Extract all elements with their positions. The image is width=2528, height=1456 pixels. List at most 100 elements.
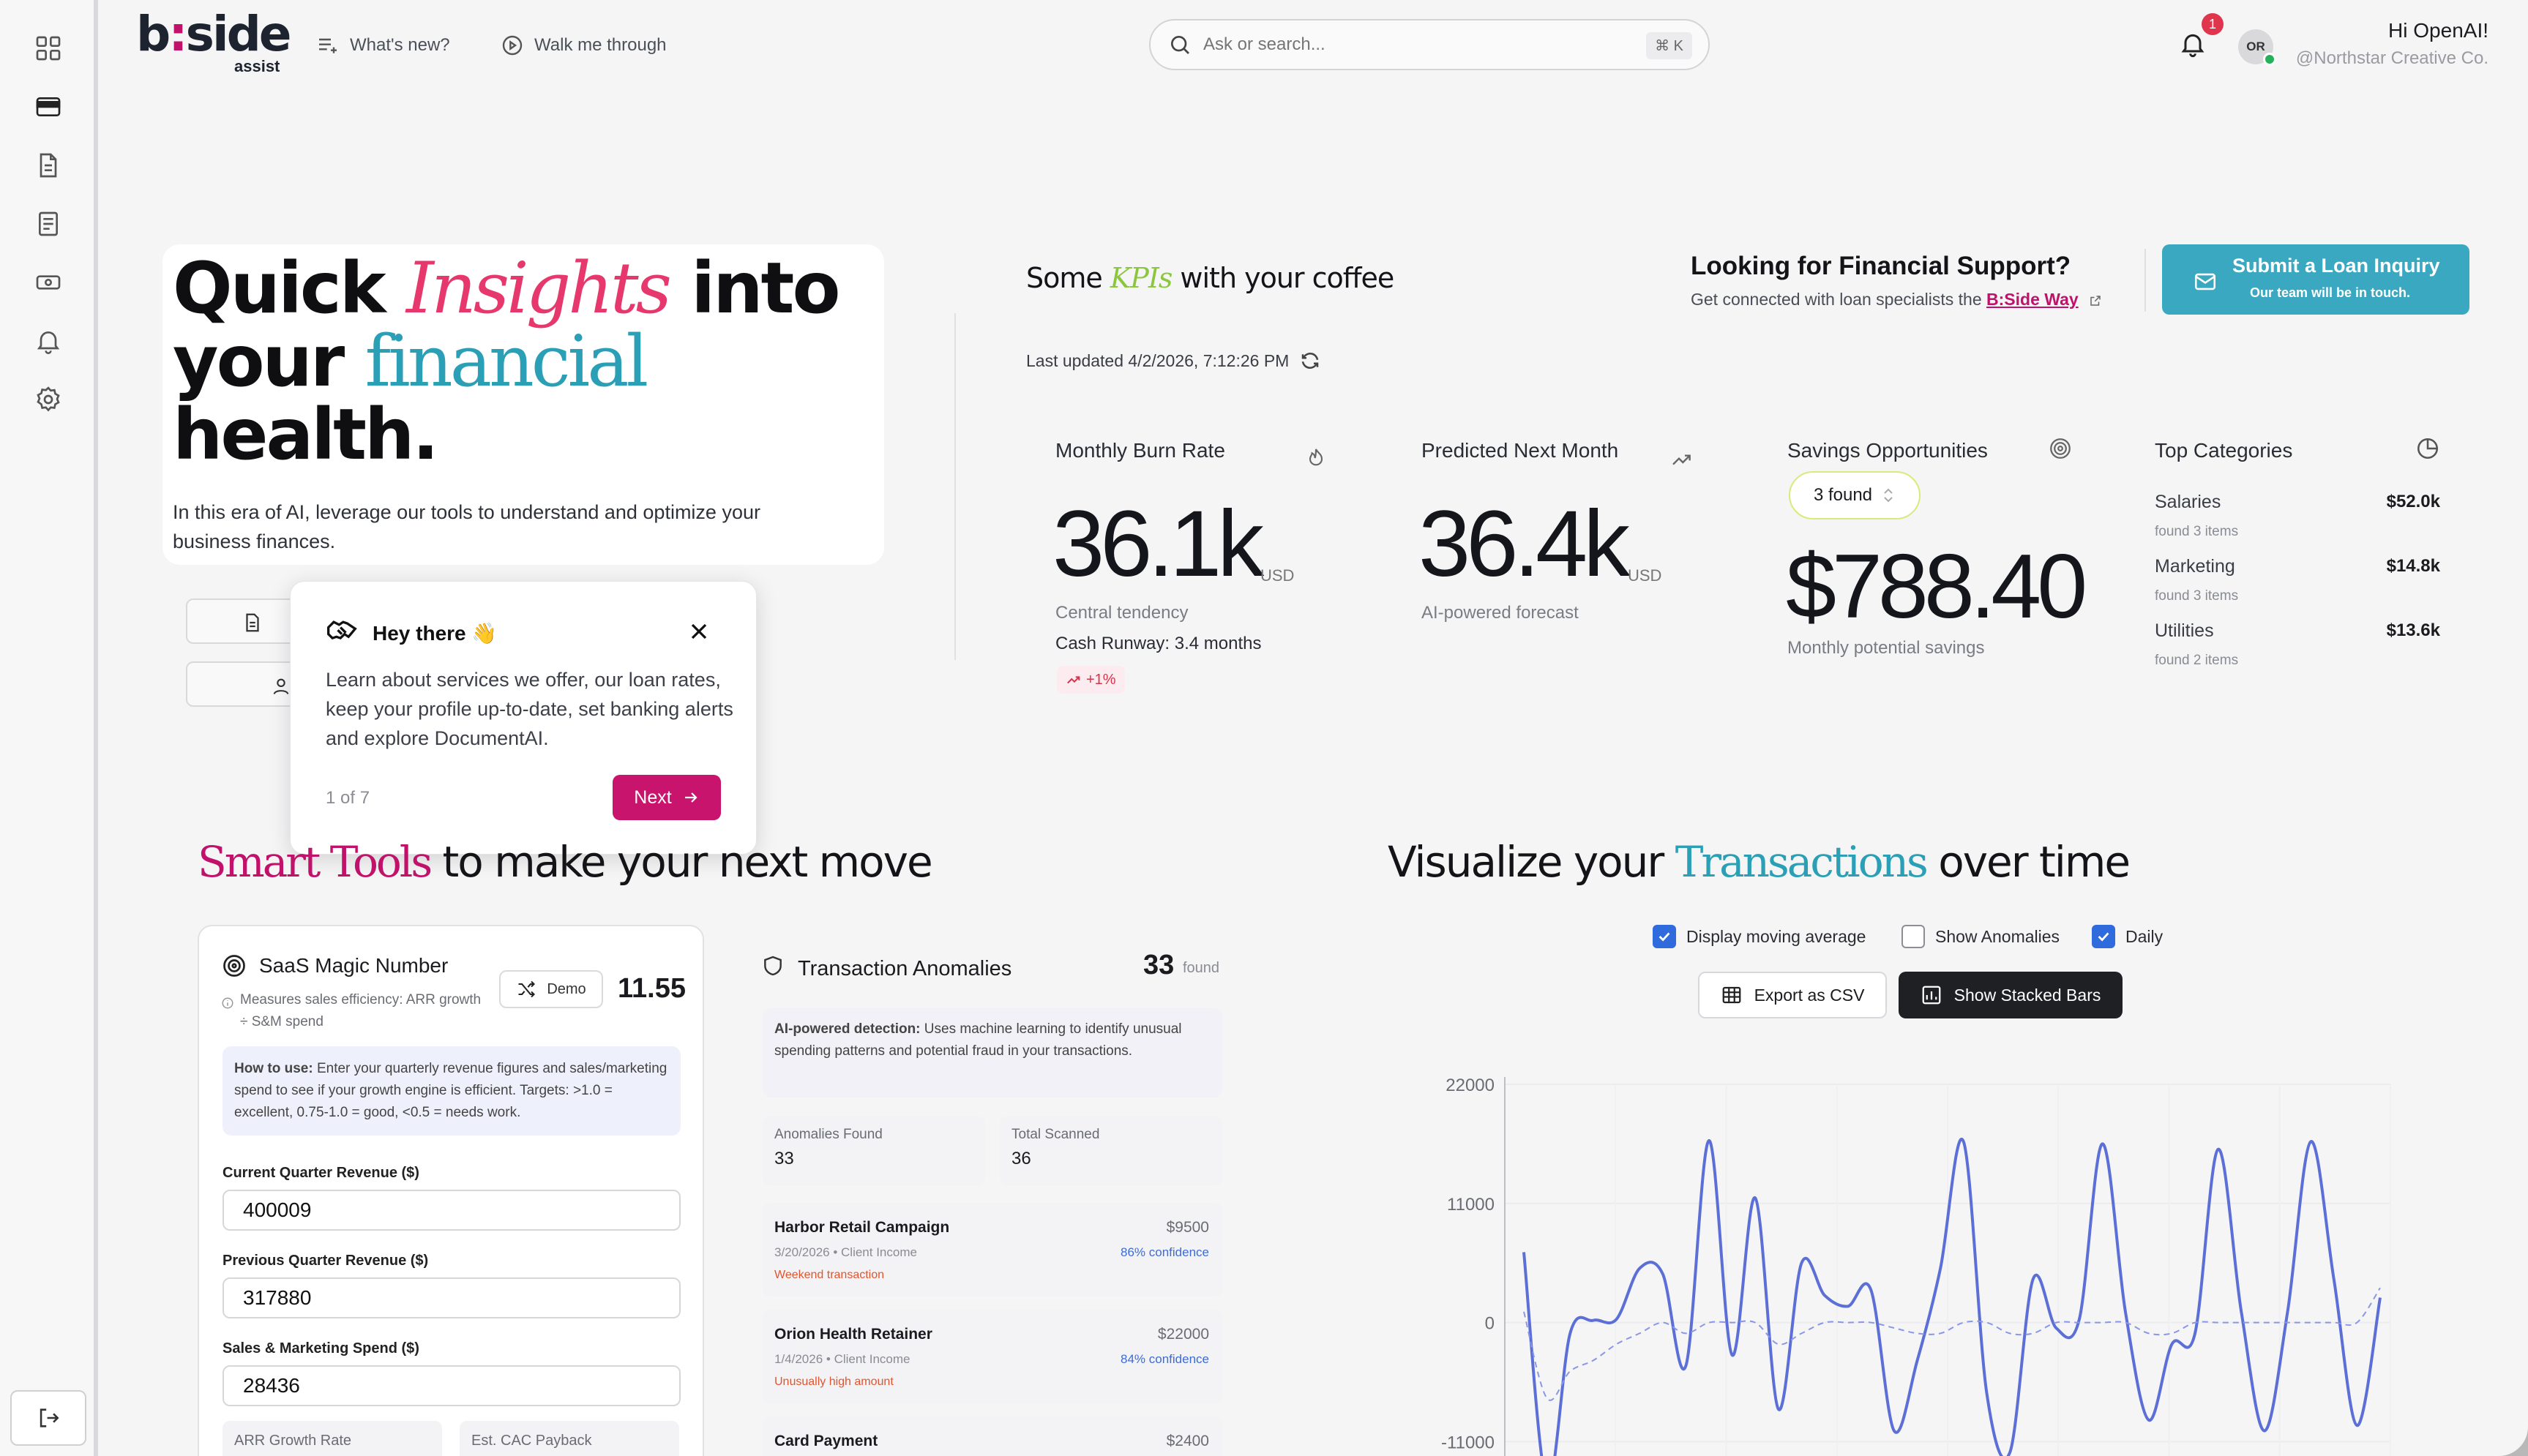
predicted-title: Predicted Next Month <box>1421 439 1619 462</box>
y-tick-label: 0 <box>1485 1314 1495 1334</box>
document-icon <box>246 613 259 632</box>
previous-revenue-input[interactable] <box>222 1277 681 1318</box>
last-updated: Last updated 4/2/2026, 7:12:26 PM <box>1026 350 1321 372</box>
brand-logo[interactable]: b:side assist <box>136 6 292 76</box>
moving-average-checkbox[interactable]: Display moving average <box>1653 925 1866 948</box>
bell-icon[interactable] <box>32 325 64 357</box>
document-icon[interactable] <box>32 149 64 181</box>
loan-support-title: Looking for Financial Support? <box>1691 252 2071 280</box>
dashboard-icon[interactable] <box>32 32 64 64</box>
checkbox-unchecked[interactable] <box>1901 925 1925 948</box>
category-name: Utilities <box>2155 620 2214 641</box>
logo-accent: : <box>168 6 187 62</box>
bside-way-link[interactable]: B:Side Way <box>1986 290 2079 309</box>
anomaly-reason: Weekend transaction <box>774 1269 885 1281</box>
daily-checkbox[interactable]: Daily <box>2092 925 2163 948</box>
hero-text: your <box>173 320 365 402</box>
anomaly-row[interactable]: Harbor Retail Campaign $9500 3/20/2026 •… <box>763 1203 1222 1296</box>
check-icon <box>2098 932 2109 942</box>
smart-title-text: to make your next move <box>430 837 933 887</box>
arr-growth-metric: ARR Growth Rate <box>222 1421 442 1456</box>
whats-new-button[interactable]: What's new? <box>316 29 450 61</box>
savings-value: $788.40 <box>1786 536 2087 637</box>
stat-label: Total Scanned <box>1011 1127 1100 1142</box>
search-shortcut: ⌘ K <box>1646 32 1692 59</box>
search-bar[interactable]: ⌘ K <box>1149 19 1710 70</box>
logout-button[interactable] <box>10 1390 86 1446</box>
saas-title: SaaS Magic Number <box>259 954 449 977</box>
export-label: Export as CSV <box>1754 985 1865 1005</box>
stacked-bars-button[interactable]: Show Stacked Bars <box>1899 972 2123 1018</box>
y-tick-label: 22000 <box>1446 1076 1495 1095</box>
anomaly-row[interactable]: Card Payment $2400 <box>763 1416 1222 1456</box>
user-icon <box>273 678 289 695</box>
anomaly-reason: Unusually high amount <box>774 1376 894 1388</box>
shuffle-icon <box>518 980 536 998</box>
report-icon[interactable] <box>32 208 64 240</box>
current-revenue-input[interactable] <box>222 1190 681 1231</box>
stacked-label: Show Stacked Bars <box>1953 985 2101 1005</box>
anomaly-meta: 1/4/2026 • Client Income <box>774 1352 910 1366</box>
walk-me-label: Walk me through <box>534 35 667 55</box>
anomaly-amount: $9500 <box>1166 1219 1209 1236</box>
delta-text: +1% <box>1086 671 1116 688</box>
category-name: Marketing <box>2155 556 2235 577</box>
export-csv-button[interactable]: Export as CSV <box>1698 972 1887 1018</box>
burn-rate-delta-badge: +1% <box>1057 666 1125 694</box>
checkbox-label: Display moving average <box>1686 926 1866 946</box>
anomalies-title: Transaction Anomalies <box>798 957 1012 980</box>
walk-me-through-button[interactable]: Walk me through <box>501 29 667 61</box>
stat-label: Anomalies Found <box>774 1127 883 1142</box>
saas-description: Measures sales efficiency: ARR growth ÷ … <box>240 992 482 1029</box>
hero-text: Quick <box>173 247 407 329</box>
anomaly-row[interactable]: Orion Health Retainer $22000 1/4/2026 • … <box>763 1310 1222 1403</box>
show-anomalies-checkbox[interactable]: Show Anomalies <box>1901 925 2060 948</box>
savings-found-selector[interactable]: 3 found <box>1789 471 1921 519</box>
refresh-icon[interactable] <box>1299 350 1321 372</box>
logo-wordmark: b:side <box>136 6 292 62</box>
magic-number-value: 11.55 <box>618 973 686 1004</box>
app-page: b:side assist What's new? Walk me throug… <box>0 0 2528 1456</box>
settings-icon[interactable] <box>32 383 64 416</box>
search-input[interactable] <box>1203 34 1613 55</box>
last-updated-text: Last updated 4/2/2026, 7:12:26 PM <box>1026 350 1290 370</box>
burn-rate-title: Monthly Burn Rate <box>1055 439 1225 462</box>
handshake-icon <box>327 620 357 640</box>
loan-support-subtitle: Get connected with loan specialists the … <box>1691 290 2102 309</box>
transactions-line-chart: 22000 11000 0 -11000 <box>1441 1076 2391 1456</box>
anomalies-count: 33 <box>1143 950 1175 980</box>
y-tick-label: -11000 <box>1441 1433 1495 1452</box>
user-greeting: Hi OpenAI! @Northstar Creative Co. <box>2296 19 2488 69</box>
hero-text: into <box>668 247 840 329</box>
anomalies-found-label: found <box>1183 960 1220 976</box>
submit-loan-inquiry-button[interactable]: Submit a Loan Inquiry Our team will be i… <box>2162 244 2469 315</box>
trend-up-icon <box>1067 676 1080 684</box>
hero-card: Quick Insights into your financial healt… <box>162 244 884 565</box>
anomaly-confidence: 84% confidence <box>1121 1352 1209 1366</box>
play-circle-icon <box>502 35 523 56</box>
organization-name: @Northstar Creative Co. <box>2295 48 2488 68</box>
kpi-title-accent: KPIs <box>1110 262 1173 294</box>
tour-next-button[interactable]: Next <box>613 775 721 820</box>
pie-chart-icon <box>2417 438 2439 459</box>
savings-title: Savings Opportunities <box>1787 439 1988 462</box>
predicted-value: 36.4k <box>1418 492 1630 596</box>
anomaly-amount: $2400 <box>1166 1433 1209 1449</box>
checkbox-checked[interactable] <box>2092 925 2115 948</box>
category-count: found 3 items <box>2155 588 2239 604</box>
notification-count-badge: 1 <box>2202 13 2224 35</box>
mail-icon <box>2194 273 2216 290</box>
sm-spend-input[interactable] <box>222 1365 681 1406</box>
demo-button[interactable]: Demo <box>499 970 603 1008</box>
cash-icon[interactable] <box>32 266 64 299</box>
viz-title-accent: Transactions <box>1675 837 1929 887</box>
notifications-icon[interactable] <box>2178 29 2207 59</box>
tour-title: Hey there 👋 <box>373 622 498 645</box>
how-to-use-box: How to use: Enter your quarterly revenue… <box>222 1046 681 1136</box>
checkbox-checked[interactable] <box>1653 925 1676 948</box>
close-icon[interactable] <box>686 618 712 645</box>
loan-button-sublabel: Our team will be in touch. <box>2250 285 2411 300</box>
card-icon[interactable] <box>32 91 64 123</box>
burn-rate-note: Central tendency <box>1055 603 1189 623</box>
demo-label: Demo <box>547 980 586 997</box>
